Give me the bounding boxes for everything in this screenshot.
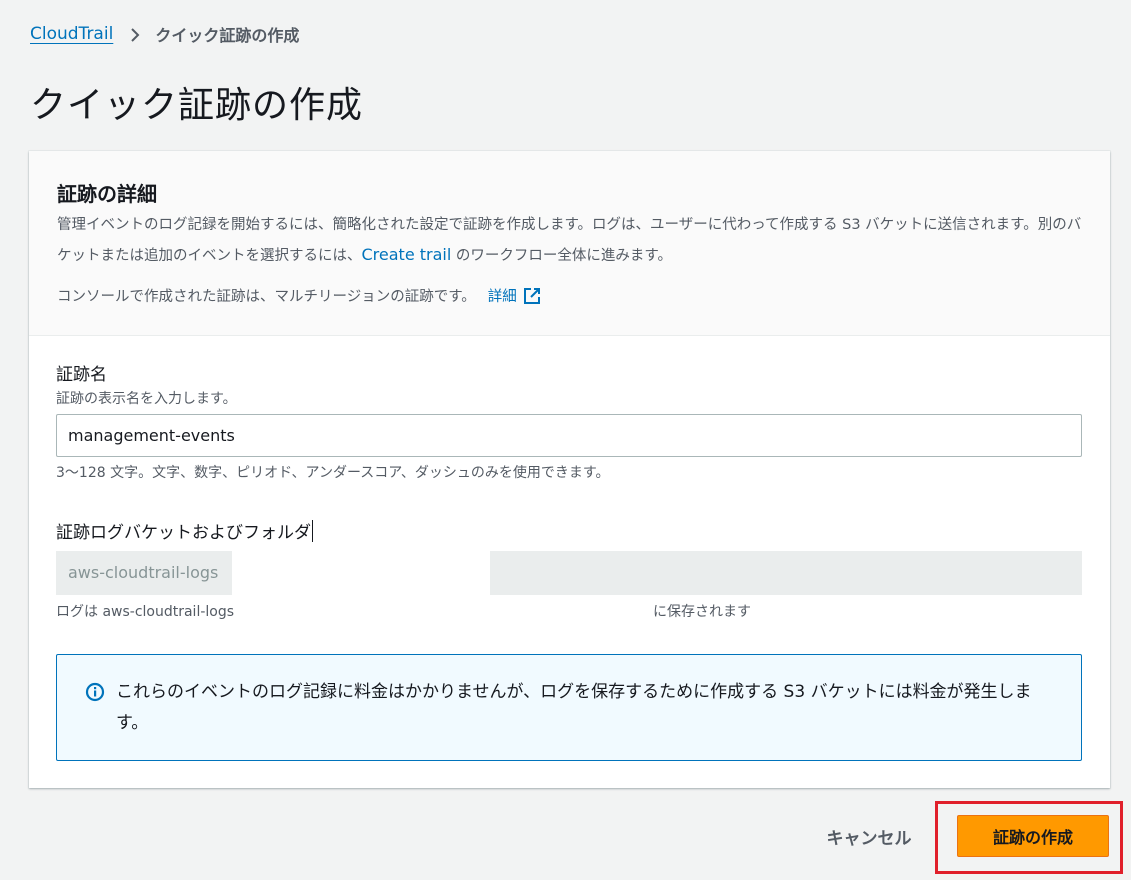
trail-name-label: 証跡名 <box>56 365 107 385</box>
multi-region-note: コンソールで作成された証跡は、マルチリージョンの証跡です。 詳細 <box>57 285 541 306</box>
bucket-folder-label: 証跡ログバケットおよびフォルダ <box>56 518 313 543</box>
bucket-note-prefix: ログは aws-cloudtrail-logs <box>56 604 235 620</box>
bucket-name-field: aws-cloudtrail-logs <box>56 551 232 595</box>
learn-more-label: 詳細 <box>487 289 517 305</box>
trail-name-input[interactable] <box>56 414 1082 457</box>
multi-region-note-text: コンソールで作成された証跡は、マルチリージョンの証跡です。 <box>57 289 476 305</box>
panel-description: 管理イベントのログ記録を開始するには、簡略化された設定で証跡を作成します。ログは… <box>57 211 1087 271</box>
breadcrumb: CloudTrail クイック証跡の作成 <box>30 22 299 46</box>
panel-description-text-end: のワークフロー全体に進みます。 <box>451 248 672 264</box>
create-trail-link[interactable]: Create trail <box>362 245 452 264</box>
breadcrumb-current: クイック証跡の作成 <box>155 26 300 45</box>
info-circle-icon <box>85 682 105 702</box>
info-alert: これらのイベントのログ記録に料金はかかりませんが、ログを保存するために作成する … <box>56 654 1082 761</box>
info-alert-text: これらのイベントのログ記録に料金はかかりませんが、ログを保存するために作成する … <box>116 682 1032 733</box>
trail-details-panel: 証跡の詳細 管理イベントのログ記録を開始するには、簡略化された設定で証跡を作成し… <box>29 151 1110 788</box>
page-title: クイック証跡の作成 <box>30 85 364 126</box>
cancel-button[interactable]: キャンセル <box>812 816 926 856</box>
breadcrumb-cloudtrail-link[interactable]: CloudTrail <box>30 24 113 44</box>
learn-more-link[interactable]: 詳細 <box>488 285 541 306</box>
text-cursor <box>312 520 313 542</box>
panel-header-title: 証跡の詳細 <box>57 182 157 206</box>
trail-name-constraint: 3～128 文字。文字、数字、ピリオド、アンダースコア、ダッシュのみを使用できま… <box>56 465 610 481</box>
bucket-folder-label-text: 証跡ログバケットおよびフォルダ <box>56 523 311 543</box>
external-link-icon <box>523 287 541 305</box>
create-trail-button[interactable]: 証跡の作成 <box>957 815 1109 857</box>
bucket-note-suffix: に保存されます <box>653 604 751 620</box>
chevron-right-icon <box>129 28 141 42</box>
panel-header: 証跡の詳細 管理イベントのログ記録を開始するには、簡略化された設定で証跡を作成し… <box>29 151 1110 336</box>
bucket-folder-field <box>490 551 1082 595</box>
trail-name-description: 証跡の表示名を入力します。 <box>56 391 237 407</box>
